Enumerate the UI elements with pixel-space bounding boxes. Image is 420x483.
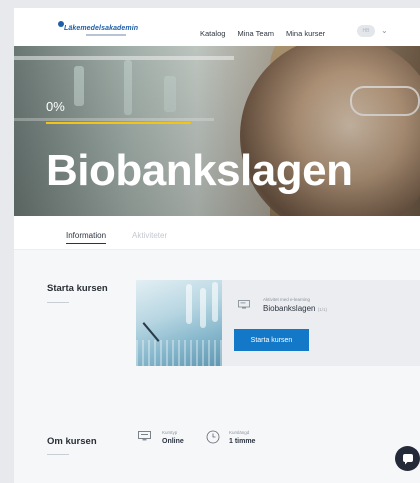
clock-icon: [206, 430, 220, 444]
monitor-icon: [238, 300, 250, 309]
nav-link-katalog[interactable]: Katalog: [200, 29, 225, 38]
nav-links: Katalog Mina Team Mina kurser: [200, 29, 325, 38]
section-divider: [47, 302, 69, 303]
top-nav: Läkemedelsakademin Katalog Mina Team Min…: [14, 8, 420, 46]
format-value: Online: [162, 438, 184, 445]
progress-percent: 0%: [46, 99, 65, 114]
course-tabs: Information Aktiviteter: [14, 216, 420, 250]
format-label: Kurstyp: [162, 430, 178, 435]
chat-icon: [402, 453, 413, 464]
course-thumbnail: [136, 280, 222, 366]
nav-link-mina-kurser[interactable]: Mina kurser: [286, 29, 325, 38]
course-content: Starta kursen Aktivitet med e-learning B…: [14, 250, 420, 483]
about-section-title: Om kursen: [47, 436, 97, 447]
thumbnail-tube: [186, 284, 192, 324]
last-activity-count: (1/1): [317, 307, 327, 312]
section-divider: [47, 454, 69, 455]
duration-label: Kurslängd: [229, 430, 250, 435]
last-activity-label: Aktivitet med e-learning: [263, 297, 311, 302]
monitor-icon: [138, 431, 151, 441]
chevron-down-icon[interactable]: ⌄: [381, 27, 388, 35]
nav-link-mina-team[interactable]: Mina Team: [237, 29, 274, 38]
tab-information[interactable]: Information: [66, 231, 107, 244]
thumbnail-tube: [200, 288, 206, 328]
logo-tagline: [86, 34, 126, 36]
chat-button[interactable]: [395, 446, 420, 471]
last-activity-name: Biobankslagen: [263, 304, 316, 313]
tab-aktiviteter[interactable]: Aktiviteter: [132, 231, 167, 240]
course-title: Biobankslagen: [46, 146, 353, 195]
start-section-title: Starta kursen: [47, 283, 108, 294]
thumbnail-tube: [212, 282, 218, 322]
thumbnail-pipette: [142, 322, 160, 342]
app-frame: Läkemedelsakademin Katalog Mina Team Min…: [14, 8, 420, 483]
progress-bar: [46, 122, 191, 124]
hero-banner: 0% Biobankslagen: [14, 46, 420, 216]
logo-text: Läkemedelsakademin: [64, 25, 139, 32]
duration-value: 1 timme: [229, 438, 256, 445]
start-course-button[interactable]: Starta kursen: [234, 329, 309, 351]
thumbnail-plate: [136, 340, 222, 366]
user-menu[interactable]: HB ⌄: [357, 25, 388, 37]
last-activity-value: Biobankslagen (1/1): [263, 304, 327, 313]
logo[interactable]: Läkemedelsakademin: [58, 21, 168, 41]
start-course-card: Aktivitet med e-learning Biobankslagen (…: [136, 280, 420, 366]
avatar[interactable]: HB: [357, 25, 375, 37]
